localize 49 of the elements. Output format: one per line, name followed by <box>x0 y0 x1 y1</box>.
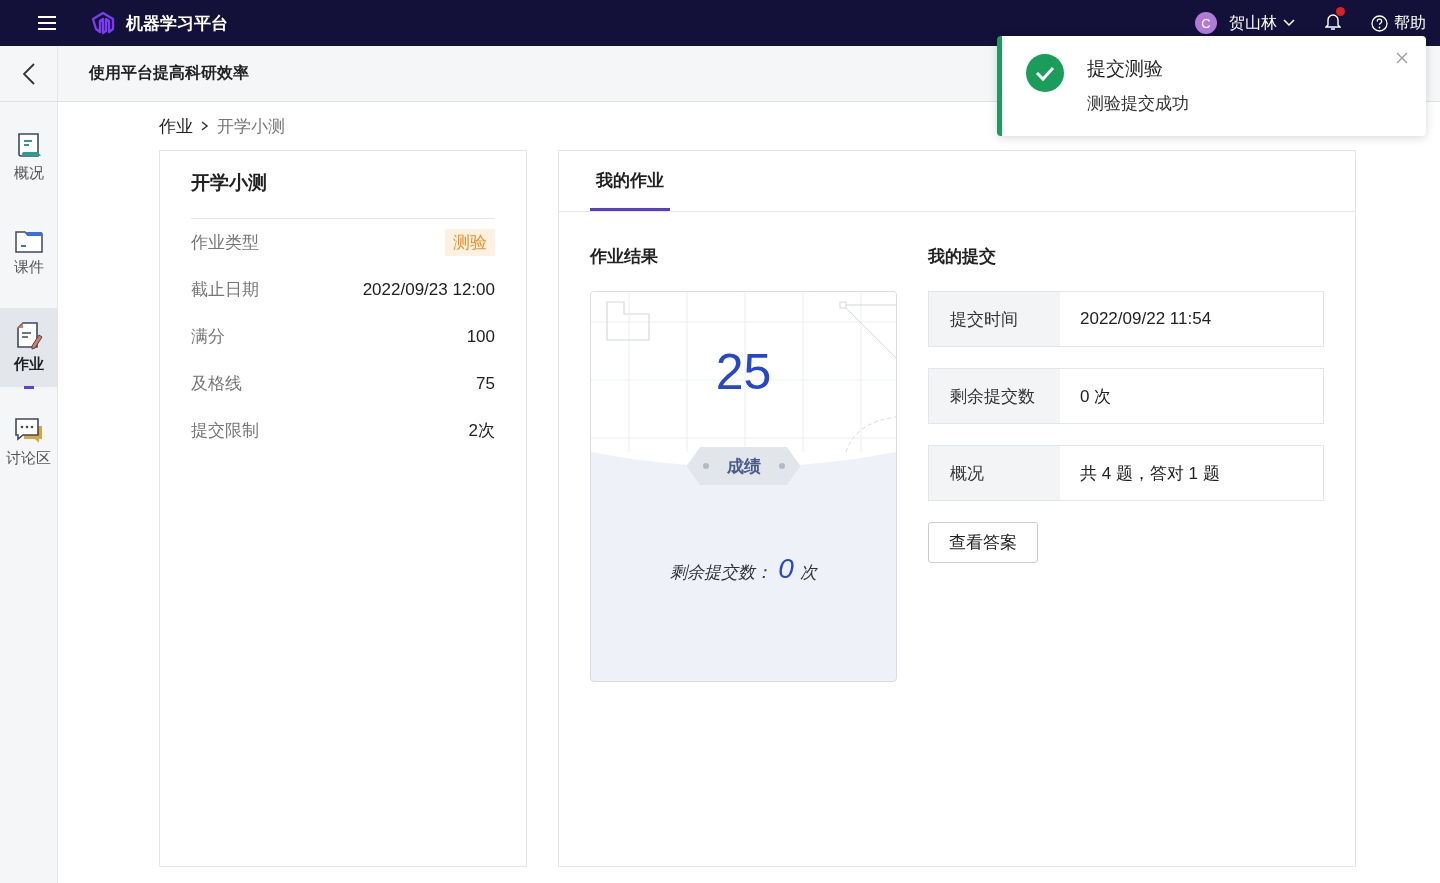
field-label: 截止日期 <box>191 279 259 301</box>
sidebar-item[interactable]: 讨论区 <box>0 403 57 482</box>
bell-icon[interactable] <box>1325 12 1341 30</box>
field-value: 75 <box>476 373 495 394</box>
type-tag: 测验 <box>445 229 495 256</box>
table-header-cell: 概况 <box>929 446 1060 500</box>
field-label: 及格线 <box>191 373 242 395</box>
table-cell-text: 共 4 题，答对 1 题 <box>1079 462 1220 485</box>
sidebar-item[interactable]: 课件 <box>0 213 57 292</box>
section-heading: 作业结果 <box>590 246 659 268</box>
table-cell-text: 2022/09/22 11:54 <box>1079 308 1212 330</box>
remaining-unit: 次 <box>799 562 817 584</box>
logo-icon <box>90 10 116 36</box>
chat-bubbles-icon <box>13 417 44 445</box>
chevron-right-icon <box>201 121 209 131</box>
field-label: 提交限制 <box>191 420 259 442</box>
table-header-cell: 提交时间 <box>929 292 1060 346</box>
close-icon[interactable] <box>1396 52 1408 64</box>
help-link[interactable]: 帮助 <box>1394 12 1426 34</box>
table-cell-text: 0 次 <box>1079 385 1112 408</box>
menu-icon[interactable] <box>38 16 56 30</box>
score-value: 25 <box>715 347 772 397</box>
app-title: 机器学习平台 <box>126 12 228 35</box>
tab[interactable]: 我的作业 <box>590 151 670 211</box>
card-title: 开学小测 <box>191 170 495 219</box>
sidebar-item[interactable]: 概况 <box>0 118 57 197</box>
breadcrumb-item: 开学小测 <box>217 115 285 138</box>
document-pencil-icon <box>14 321 43 351</box>
folder-icon <box>14 228 43 254</box>
course-title: 使用平台提高科研效率 <box>89 63 249 83</box>
toast-title: 提交测验 <box>1087 57 1164 81</box>
user-name[interactable]: 贺山林 <box>1229 12 1277 34</box>
remaining-count: 0 <box>778 553 794 585</box>
view-answers-button[interactable]: 查看答案 <box>928 522 1038 563</box>
toast-message: 测验提交成功 <box>1087 93 1189 115</box>
score-badge: 成绩 <box>686 447 801 485</box>
field-value: 2次 <box>468 420 495 442</box>
field-label: 满分 <box>191 326 225 348</box>
check-circle-icon <box>1026 54 1064 92</box>
chevron-down-icon[interactable] <box>1283 19 1295 27</box>
field-label: 作业类型 <box>191 232 259 254</box>
table-header-cell: 剩余提交数 <box>929 369 1060 423</box>
breadcrumb-item[interactable]: 作业 <box>159 114 193 138</box>
remaining-label: 剩余提交数： <box>670 562 773 584</box>
help-icon[interactable] <box>1371 14 1388 32</box>
field-value: 2022/09/23 12:00 <box>362 279 495 300</box>
section-heading: 我的提交 <box>928 246 997 268</box>
field-value: 100 <box>466 326 495 347</box>
sidebar-item[interactable]: 作业 <box>0 308 57 387</box>
